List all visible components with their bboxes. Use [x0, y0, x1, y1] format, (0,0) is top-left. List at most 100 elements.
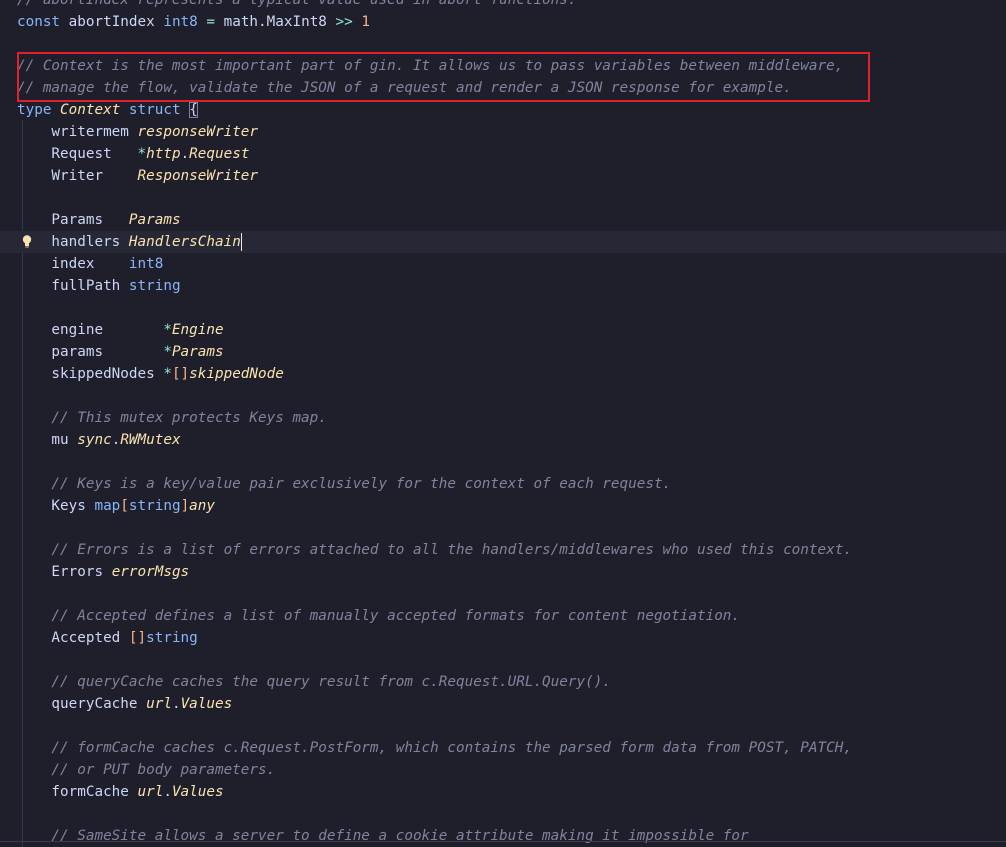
code-line[interactable]	[0, 451, 1006, 473]
code-token: Request	[17, 146, 138, 162]
code-token: map	[94, 498, 121, 514]
code-token: .	[258, 14, 267, 30]
code-line-text: engine *Engine	[17, 319, 223, 341]
code-line[interactable]: // or PUT body parameters.	[0, 759, 1006, 781]
code-token: Writer	[17, 168, 138, 184]
code-token: Params	[128, 212, 181, 228]
code-line[interactable]: Errors errorMsgs	[0, 561, 1006, 583]
code-line-text: const abortIndex int8 = math.MaxInt8 >> …	[17, 11, 370, 33]
code-token: Request	[189, 146, 250, 162]
code-token: // Accepted defines a list of manually a…	[17, 608, 741, 624]
code-line-text: Errors errorMsgs	[17, 561, 189, 583]
code-line[interactable]: skippedNodes *[]skippedNode	[0, 363, 1006, 385]
code-line[interactable]: engine *Engine	[0, 319, 1006, 341]
code-line-text: handlers HandlersChain	[17, 231, 243, 253]
code-token: *	[163, 344, 172, 360]
code-token: Params	[171, 344, 224, 360]
code-line-text: Keys map[string]any	[17, 495, 215, 517]
code-line[interactable]	[0, 385, 1006, 407]
code-line[interactable]	[0, 583, 1006, 605]
matched-brace: {	[189, 102, 198, 118]
code-line-text: // manage the flow, validate the JSON of…	[17, 77, 792, 99]
code-token: writermem	[17, 124, 138, 140]
code-line[interactable]: // Errors is a list of errors attached t…	[0, 539, 1006, 561]
code-token: handlers	[17, 234, 129, 250]
code-token: =	[197, 14, 224, 30]
code-line-text: skippedNodes *[]skippedNode	[17, 363, 283, 385]
code-token: *	[163, 322, 172, 338]
code-token: // or PUT body parameters.	[17, 762, 276, 778]
code-line[interactable]: fullPath string	[0, 275, 1006, 297]
code-line[interactable]: // Keys is a key/value pair exclusively …	[0, 473, 1006, 495]
code-line[interactable]: Writer ResponseWriter	[0, 165, 1006, 187]
code-line-text: params *Params	[17, 341, 224, 363]
code-line-text: // Accepted defines a list of manually a…	[17, 605, 740, 627]
code-line[interactable]: Keys map[string]any	[0, 495, 1006, 517]
code-line[interactable]: handlers HandlersChain	[0, 231, 1006, 253]
code-token: // Errors is a list of errors attached t…	[17, 542, 852, 558]
code-line[interactable]	[0, 715, 1006, 737]
code-token: MaxInt8	[266, 14, 327, 30]
code-token: any	[189, 498, 215, 514]
code-line[interactable]	[0, 517, 1006, 539]
code-line[interactable]	[0, 803, 1006, 825]
code-line[interactable]	[0, 297, 1006, 319]
code-line-text: // formCache caches c.Request.PostForm, …	[17, 737, 852, 759]
code-line[interactable]: // SameSite allows a server to define a …	[0, 825, 1006, 847]
code-line[interactable]: // This mutex protects Keys map.	[0, 407, 1006, 429]
code-token: type	[17, 102, 52, 118]
code-editor[interactable]: // abortIndex represents a typical value…	[0, 0, 1006, 847]
code-line-text: // or PUT body parameters.	[17, 759, 275, 781]
code-line[interactable]	[0, 187, 1006, 209]
code-line[interactable]	[0, 649, 1006, 671]
code-token: queryCache	[17, 696, 147, 712]
code-token: ]	[180, 498, 190, 514]
code-token: // Context is the most important part of…	[17, 58, 844, 74]
code-line[interactable]: mu sync.RWMutex	[0, 429, 1006, 451]
code-token: Keys	[17, 498, 95, 514]
code-line[interactable]: // Accepted defines a list of manually a…	[0, 605, 1006, 627]
code-token: // manage the flow, validate the JSON of…	[17, 80, 792, 96]
text-cursor	[240, 233, 243, 251]
code-line[interactable]: queryCache url.Values	[0, 693, 1006, 715]
code-line[interactable]: // formCache caches c.Request.PostForm, …	[0, 737, 1006, 759]
code-line[interactable]: Request *http.Request	[0, 143, 1006, 165]
code-line[interactable]: Params Params	[0, 209, 1006, 231]
code-token: .	[163, 784, 172, 800]
code-line-text: // This mutex protects Keys map.	[17, 407, 326, 429]
code-token: .	[180, 146, 190, 162]
code-token: >>	[326, 14, 362, 30]
code-token: // formCache caches c.Request.PostForm, …	[17, 740, 852, 756]
code-line[interactable]: writermem responseWriter	[0, 121, 1006, 143]
code-line-text: // Errors is a list of errors attached t…	[17, 539, 852, 561]
code-line[interactable]: index int8	[0, 253, 1006, 275]
code-line[interactable]	[0, 33, 1006, 55]
code-token: []	[128, 630, 147, 646]
code-line[interactable]: // manage the flow, validate the JSON of…	[0, 77, 1006, 99]
code-token: string	[128, 278, 181, 294]
code-token: int8	[163, 14, 198, 30]
code-line[interactable]: const abortIndex int8 = math.MaxInt8 >> …	[0, 11, 1006, 33]
code-token: url	[137, 784, 164, 800]
code-line-text: Params Params	[17, 209, 181, 231]
code-line[interactable]: params *Params	[0, 341, 1006, 363]
code-line-text: formCache url.Values	[17, 781, 224, 803]
code-line-text: Request *http.Request	[17, 143, 249, 165]
code-line-text: mu sync.RWMutex	[17, 429, 180, 451]
code-line[interactable]: // queryCache caches the query result fr…	[0, 671, 1006, 693]
code-token: ResponseWriter	[137, 168, 259, 184]
code-token: // Keys is a key/value pair exclusively …	[17, 476, 672, 492]
code-token: []	[171, 366, 190, 382]
code-line[interactable]: // Context is the most important part of…	[0, 55, 1006, 77]
code-token: Values	[180, 696, 233, 712]
code-line[interactable]: // abortIndex represents a typical value…	[0, 0, 1006, 11]
code-line[interactable]: type Context struct {	[0, 99, 1006, 121]
code-line[interactable]: Accepted []string	[0, 627, 1006, 649]
code-token: // abortIndex represents a typical value…	[17, 0, 577, 8]
code-token: Values	[171, 784, 224, 800]
code-token: 1	[361, 14, 370, 30]
code-line[interactable]: formCache url.Values	[0, 781, 1006, 803]
code-token: *	[163, 366, 172, 382]
code-line-text: fullPath string	[17, 275, 181, 297]
